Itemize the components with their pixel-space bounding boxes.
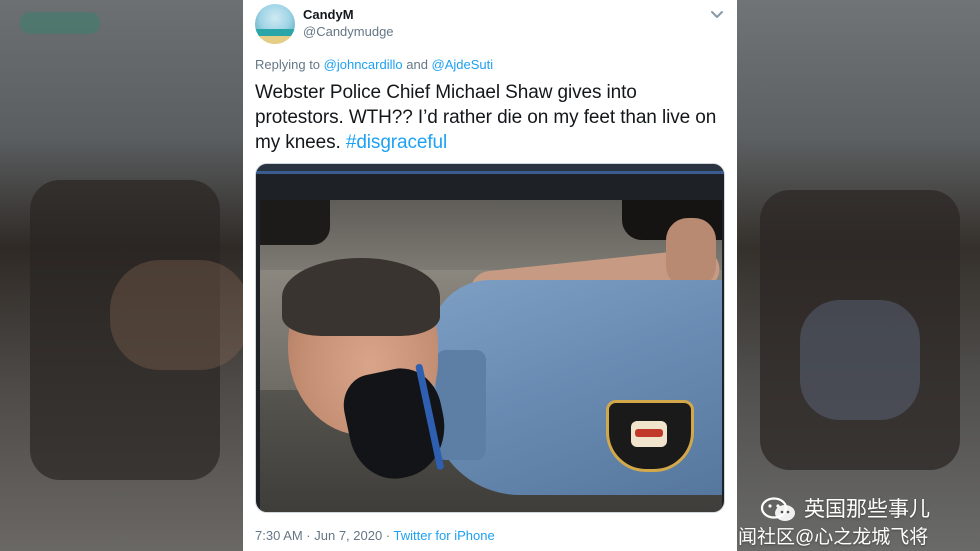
hashtag-link[interactable]: #disgraceful — [346, 132, 447, 153]
replying-to: Replying to @johncardillo and @AjdeSuti — [255, 57, 493, 72]
tweet-card: CandyM @Candymudge Replying to @johncard… — [243, 0, 737, 551]
display-name[interactable]: CandyM — [303, 7, 354, 22]
user-avatar[interactable] — [255, 4, 295, 44]
wechat-logo-icon — [760, 497, 795, 521]
watermark: 英国那些事儿 闻社区@心之龙城飞将 — [738, 493, 980, 551]
watermark-title: 英国那些事儿 — [804, 498, 930, 521]
watermark-subtitle: 闻社区@心之龙城飞将 — [738, 527, 929, 548]
tweet-photo[interactable] — [260, 200, 722, 512]
tweet-text: Webster Police Chief Michael Shaw gives … — [255, 80, 729, 155]
reply-prefix: Replying to — [255, 57, 324, 72]
police-patch — [606, 400, 694, 472]
tweet-media[interactable] — [255, 163, 725, 513]
background-right-blur — [735, 0, 980, 551]
user-handle[interactable]: @Candymudge — [303, 24, 394, 39]
tweet-source-link[interactable]: Twitter for iPhone — [394, 528, 495, 543]
chevron-down-icon[interactable] — [709, 6, 725, 22]
reply-and: and — [402, 57, 432, 72]
mention-link-johncardillo[interactable]: @johncardillo — [324, 57, 403, 72]
tweet-meta: 7:30 AM · Jun 7, 2020 · Twitter for iPho… — [255, 528, 495, 543]
tweet-body: Webster Police Chief Michael Shaw gives … — [255, 82, 717, 153]
background-left-blur — [0, 0, 250, 551]
tweet-timestamp[interactable]: 7:30 AM · Jun 7, 2020 · — [255, 528, 394, 543]
media-stripe — [256, 171, 724, 174]
mention-link-ajdesuti[interactable]: @AjdeSuti — [432, 57, 494, 72]
